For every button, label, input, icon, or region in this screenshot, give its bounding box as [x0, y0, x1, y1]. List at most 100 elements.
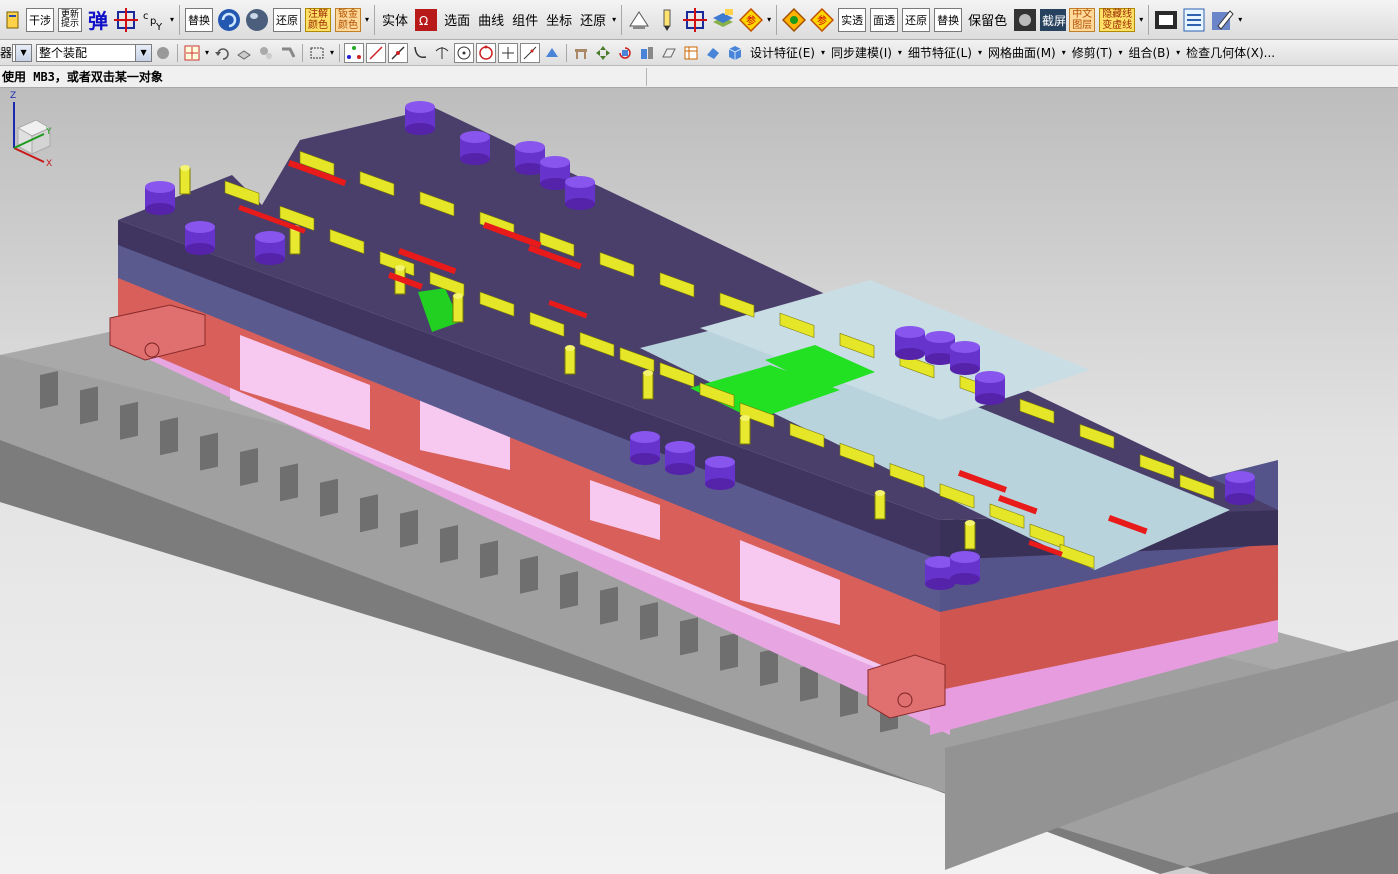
quadrant-icon[interactable] [476, 42, 497, 63]
t-slot [160, 417, 178, 456]
yellow-pin [179, 167, 191, 195]
filter-icon[interactable] [153, 43, 173, 63]
chevron-down-icon[interactable]: ▾ [1139, 15, 1143, 24]
circle-center-icon[interactable] [454, 42, 475, 63]
menu-combine[interactable]: 组合(B) [1124, 44, 1174, 61]
chevron-down-icon[interactable]: ▾ [767, 15, 771, 24]
chevron-down-icon[interactable]: ▾ [1238, 15, 1242, 24]
swirl-icon[interactable] [216, 5, 242, 35]
menu-synchronous-modeling[interactable]: 同步建模(I) [827, 44, 896, 61]
graphics-window[interactable]: Z Y X [0, 88, 1398, 874]
table-icon[interactable] [681, 43, 701, 63]
spring-button[interactable]: 弹 [84, 6, 112, 34]
chevron-down-icon[interactable]: ▾ [1176, 48, 1180, 57]
rectangle-select-icon[interactable] [307, 43, 327, 63]
screenshot-icon[interactable]: 截屏 [1040, 5, 1067, 35]
t-slot [440, 525, 458, 563]
chevron-down-icon[interactable]: ▾ [1062, 48, 1066, 57]
bridge-icon[interactable] [571, 43, 591, 63]
move-icon[interactable] [593, 43, 613, 63]
curve-snap-icon[interactable] [410, 43, 430, 63]
type-filter-dropdown[interactable]: ▼ [12, 43, 33, 62]
drawing-icon[interactable] [3, 10, 23, 30]
pipe-icon[interactable] [278, 43, 298, 63]
box-window-icon[interactable] [1153, 5, 1179, 35]
t-slot [400, 509, 418, 548]
undo-icon[interactable] [212, 43, 232, 63]
point-on-curve-icon[interactable] [520, 42, 541, 63]
menu-detail-feature[interactable]: 细节特征(L) [904, 44, 976, 61]
diamond-tag-icon[interactable]: 参 [738, 5, 764, 35]
chevron-down-icon[interactable]: ▾ [978, 48, 982, 57]
chevron-down-icon[interactable]: ▾ [170, 15, 174, 24]
restore-button-2[interactable]: 还原 [576, 6, 610, 34]
chevron-down-icon[interactable]: ▾ [1118, 48, 1122, 57]
diamond-tag-icon[interactable]: 参 [809, 5, 835, 35]
toolbar-divider [302, 43, 304, 62]
menu-mesh-surface[interactable]: 网格曲面(M) [984, 44, 1060, 61]
layers-icon[interactable] [710, 5, 736, 35]
chevron-down-icon[interactable]: ▾ [365, 15, 369, 24]
face-transparent-button[interactable]: 面透 [870, 7, 899, 32]
hidden-line-dashed-button[interactable]: 隐藏线 变虚线 [1099, 7, 1136, 32]
assembly-filter-dropdown[interactable]: 整个装配 ▼ [36, 43, 153, 62]
rotate-icon[interactable] [615, 43, 635, 63]
view-triad: Z Y X [10, 91, 52, 168]
coordinate-button[interactable]: 坐标 [542, 6, 576, 34]
update-hint-button[interactable]: 更新 提示 [58, 7, 83, 32]
edit-doc-icon[interactable] [1209, 5, 1235, 35]
crosshair-icon[interactable] [113, 5, 139, 35]
chevron-down-icon[interactable]: ▾ [612, 15, 616, 24]
coordinate-system-icon[interactable]: cpY [141, 5, 167, 35]
restore-button-3[interactable]: 还原 [902, 7, 931, 32]
sphere-icon[interactable] [244, 5, 270, 35]
curve-button[interactable]: 曲线 [474, 6, 508, 34]
ruler-icon[interactable] [626, 5, 652, 35]
replace-button-1[interactable]: 替换 [185, 7, 214, 32]
shape-icon[interactable] [703, 43, 723, 63]
cube-icon[interactable] [725, 43, 745, 63]
crosshair-icon[interactable] [682, 5, 708, 35]
feature-icon[interactable] [256, 43, 276, 63]
line-mid-icon[interactable] [388, 42, 409, 63]
toolbar-divider [566, 43, 568, 62]
pen-icon[interactable] [654, 5, 680, 35]
status-divider [646, 68, 647, 86]
solid-button[interactable]: 实体 [378, 6, 412, 34]
component-button[interactable]: 组件 [508, 6, 542, 34]
toolbar-divider [177, 43, 179, 62]
line-end-icon[interactable] [366, 42, 387, 63]
annotation-color-button[interactable]: 注解 颜色 [305, 7, 332, 32]
menu-design-feature[interactable]: 设计特征(E) [746, 44, 819, 61]
document-list-icon[interactable] [1181, 5, 1207, 35]
chevron-down-icon[interactable]: ▾ [821, 48, 825, 57]
chevron-down-icon[interactable]: ▾ [330, 48, 334, 57]
snap-point-icon[interactable] [182, 43, 202, 63]
restore-button-1[interactable]: 还原 [273, 7, 302, 32]
keep-color-button[interactable]: 保留色 [964, 6, 1011, 34]
chevron-down-icon[interactable]: ▾ [205, 48, 209, 57]
intersection-icon[interactable] [432, 43, 452, 63]
cue-line: 使用 MB3，或者双击某一对象 [0, 66, 1398, 88]
sheetmetal-color-button[interactable]: 钣金 颜色 [335, 7, 362, 32]
die-assembly-model[interactable] [0, 88, 1398, 874]
red-block-icon[interactable]: Ω [413, 5, 439, 35]
select-face-button[interactable]: 选面 [440, 6, 474, 34]
chinese-layer-button[interactable]: 中文 图层 [1069, 7, 1096, 32]
snap-multi-icon[interactable] [344, 42, 365, 63]
point-on-face-icon[interactable] [542, 43, 562, 63]
dark-texture-icon[interactable] [1012, 5, 1038, 35]
existing-point-icon[interactable] [498, 42, 519, 63]
diamond-green-icon[interactable] [781, 5, 807, 35]
box-select-icon[interactable] [234, 43, 254, 63]
menu-trim[interactable]: 修剪(T) [1068, 44, 1117, 61]
guide-post-top [925, 331, 955, 343]
replace-button-2[interactable]: 替换 [934, 7, 963, 32]
menu-check-geometry[interactable]: 检查几何体(X)... [1182, 44, 1279, 61]
sketch-icon[interactable] [659, 43, 679, 63]
solid-transparent-button[interactable]: 实透 [838, 7, 867, 32]
yellow-pin-top [180, 165, 190, 171]
interference-button[interactable]: 干涉 [26, 7, 54, 32]
component-icon[interactable] [637, 43, 657, 63]
chevron-down-icon[interactable]: ▾ [898, 48, 902, 57]
